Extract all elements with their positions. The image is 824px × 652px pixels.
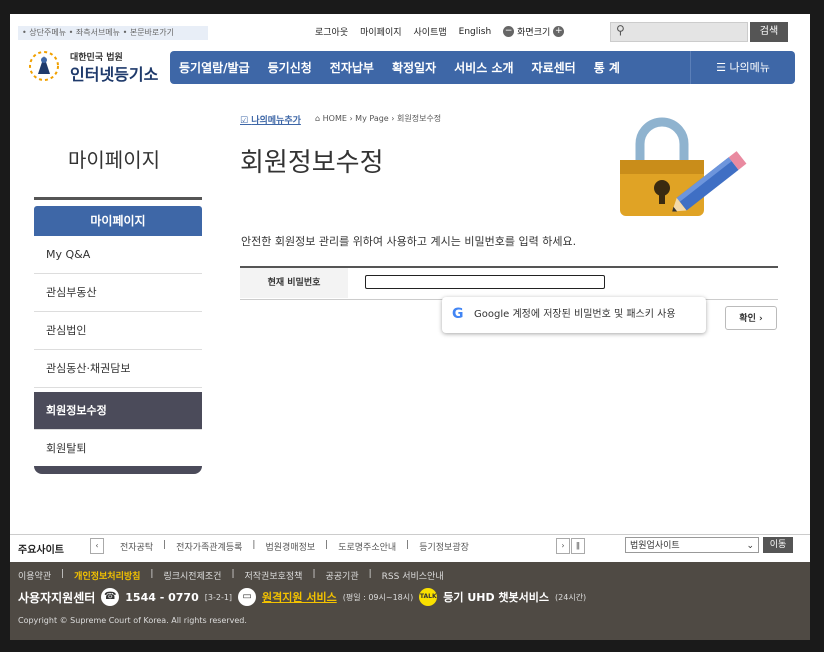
court-sites-select[interactable]: 법원업사이트 ⌄: [625, 537, 759, 553]
court-sites-select-value: 법원업사이트: [630, 541, 680, 551]
monitor-icon: ▭: [238, 588, 257, 606]
home-icon: ⌂: [315, 114, 323, 123]
court-logo-icon[interactable]: [24, 46, 64, 86]
instruction-text: 안전한 회원정보 관리를 위하여 사용하고 계시는 비밀번호를 입력 하세요.: [241, 235, 577, 248]
zoom-label: 화면크기: [517, 28, 551, 38]
my-menu-button[interactable]: ☰ 나의메뉴: [690, 51, 795, 84]
sidebar-item-my-qna[interactable]: My Q&A: [34, 236, 202, 274]
divider: |: [368, 569, 372, 579]
divider: |: [325, 540, 329, 550]
confirm-button[interactable]: 확인 ›: [725, 306, 777, 330]
sidebar-item-fav-corporation[interactable]: 관심법인: [34, 312, 202, 350]
search-input[interactable]: [610, 22, 748, 42]
sidebar-item-withdraw[interactable]: 회원탈퇴: [34, 430, 202, 468]
add-my-menu-label: 나의메뉴추가: [251, 116, 301, 126]
footer-link-copyright[interactable]: 저작권보호정책: [244, 569, 302, 582]
google-icon: G: [452, 306, 464, 322]
kakao-talk-icon: TALK: [419, 588, 438, 606]
google-password-suggestion[interactable]: Google 계정에 저장된 비밀번호 및 패스키 사용: [442, 297, 706, 333]
related-sites-label: 주요사이트: [18, 545, 64, 556]
sidebar-header[interactable]: 마이페이지: [34, 206, 202, 236]
footer-link-terms[interactable]: 이용약관: [18, 569, 51, 582]
sites-prev-icon[interactable]: ‹: [90, 538, 104, 554]
page-title: 회원정보수정: [240, 148, 384, 178]
password-label: 현재 비밀번호: [240, 268, 348, 298]
nav-item-service-intro[interactable]: 서비스 소개: [445, 59, 522, 76]
nav-item-e-payment[interactable]: 전자납부: [321, 59, 383, 76]
footer-links: 이용약관 | 개인정보처리방침 | 링크시전제조건 | 저작권보호정책 | 공공기관 | …: [18, 569, 444, 582]
chatbot-hours: (24시간): [555, 592, 587, 602]
sidebar-title: 마이페이지: [68, 148, 160, 172]
current-password-input[interactable]: [365, 275, 605, 289]
nav-item-registry-view[interactable]: 등기열람/발급: [170, 59, 259, 76]
zoom-out-icon[interactable]: −: [503, 26, 515, 37]
nav-item-registry-apply[interactable]: 등기신청: [259, 59, 321, 76]
divider: |: [312, 569, 316, 579]
site-link[interactable]: 법원경매정보: [265, 540, 315, 553]
site-link[interactable]: 전자공탁: [120, 540, 153, 553]
search-button[interactable]: 검색: [750, 22, 788, 42]
footer-link-rss[interactable]: RSS 서비스안내: [382, 569, 444, 582]
sidebar-divider: [34, 197, 202, 200]
footer-link-link-policy[interactable]: 링크시전제조건: [163, 569, 221, 582]
nav-item-statistics[interactable]: 통 계: [585, 59, 629, 76]
phone-icon: ☎: [101, 588, 120, 606]
browser-page: • 상단주메뉴 • 좌측서브메뉴 • 본문바로가기 로그아웃 마이페이지 사이트…: [10, 14, 810, 640]
sidebar-item-fav-movable[interactable]: 관심동산·채권담보: [34, 350, 202, 388]
lock-pencil-icon: [620, 117, 747, 216]
skip-navigation[interactable]: • 상단주메뉴 • 좌측서브메뉴 • 본문바로가기: [18, 26, 208, 40]
remote-support-link[interactable]: 원격지원 서비스: [262, 589, 337, 605]
remote-hours: (평일 : 09시~18시): [342, 592, 414, 602]
logo-title[interactable]: 인터넷등기소: [70, 61, 158, 85]
support-phone: 1544 - 0770: [125, 590, 199, 604]
support-label: 사용자지원센터: [18, 590, 96, 605]
add-my-menu-link[interactable]: ☑ 나의메뉴추가: [240, 113, 301, 126]
zoom-in-icon[interactable]: +: [553, 26, 565, 37]
divider: |: [163, 540, 167, 550]
go-button[interactable]: 이동: [763, 537, 793, 553]
divider: |: [61, 569, 65, 579]
breadcrumb-path: HOME › My Page › 회원정보수정: [322, 114, 442, 123]
sidebar-item-edit-member[interactable]: 회원정보수정: [34, 392, 202, 430]
divider: |: [150, 569, 154, 579]
chevron-down-icon: ⌄: [746, 541, 754, 551]
utility-links: 로그아웃 마이페이지 사이트맵 English − 화면크기 +: [315, 25, 565, 38]
nav-item-fixed-date[interactable]: 확정일자: [383, 59, 445, 76]
breadcrumb: ⌂ HOME › My Page › 회원정보수정: [315, 113, 441, 124]
nav-item-data-center[interactable]: 자료센터: [523, 59, 585, 76]
logout-link[interactable]: 로그아웃: [315, 25, 348, 38]
divider: |: [406, 540, 410, 550]
zoom-control: − 화면크기 +: [503, 25, 565, 38]
site-link[interactable]: 등기정보광장: [419, 540, 469, 553]
site-link[interactable]: 도로명주소안내: [338, 540, 396, 553]
sites-pause-icon[interactable]: ǁ: [571, 538, 585, 554]
search-icon: ⚲: [616, 23, 625, 37]
divider: |: [231, 569, 235, 579]
english-link[interactable]: English: [459, 27, 492, 37]
copyright-text: Copyright © Supreme Court of Korea. All …: [18, 616, 247, 625]
footer-link-public[interactable]: 공공기관: [326, 569, 359, 582]
footer-link-privacy[interactable]: 개인정보처리방침: [74, 569, 140, 582]
support-center: 사용자지원센터 ☎ 1544 - 0770 [3-2-1] ▭ 원격지원 서비스…: [18, 588, 586, 606]
hamburger-icon: ☰: [716, 61, 726, 74]
sidebar-item-fav-realestate[interactable]: 관심부동산: [34, 274, 202, 312]
my-menu-label: 나의메뉴: [729, 61, 770, 74]
chatbot-link[interactable]: 등기 UHD 챗봇서비스: [443, 589, 549, 605]
site-link[interactable]: 전자가족관계등록: [176, 540, 242, 553]
support-phone-note: [3-2-1]: [204, 592, 233, 602]
sidebar-bottom-bar: [34, 466, 202, 474]
divider: |: [252, 540, 256, 550]
sites-next-icon[interactable]: ›: [556, 538, 570, 554]
sitemap-link[interactable]: 사이트맵: [414, 25, 447, 38]
related-sites-list: 전자공탁 | 전자가족관계등록 | 법원경매정보 | 도로명주소안내 | 등기정보광장: [120, 540, 469, 553]
mypage-link[interactable]: 마이페이지: [360, 25, 401, 38]
